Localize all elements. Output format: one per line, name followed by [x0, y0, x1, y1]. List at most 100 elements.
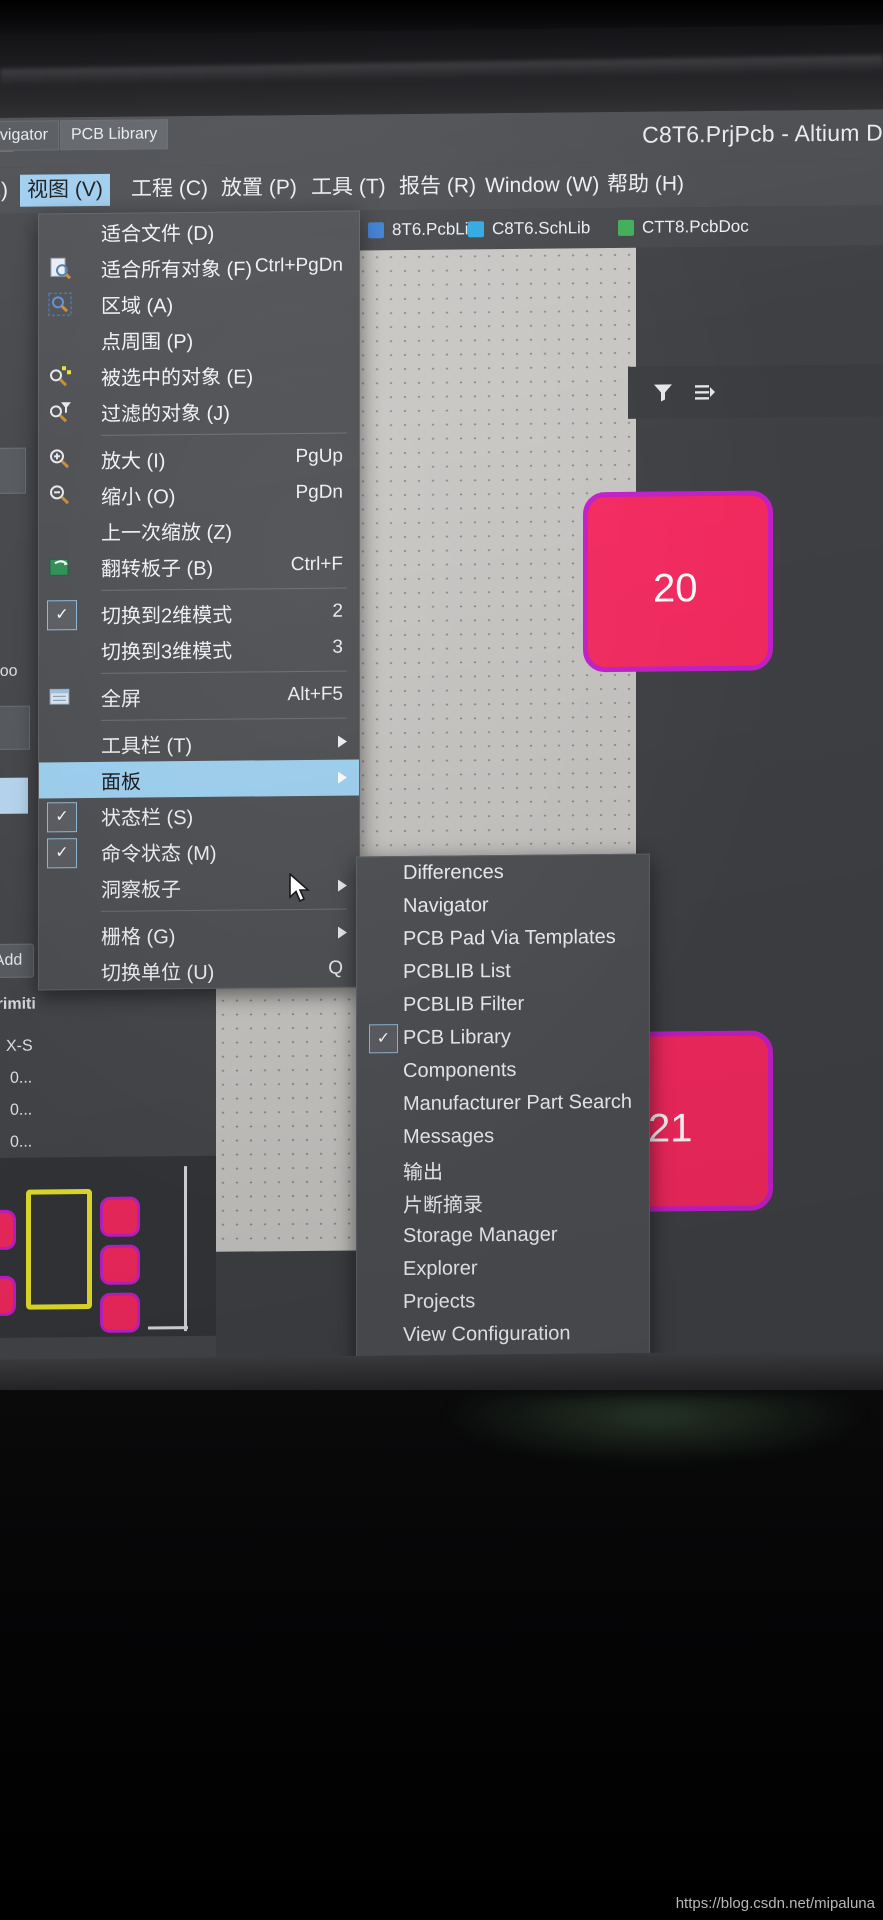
menu-item-tools[interactable]: 工具 (T) — [304, 171, 393, 204]
menu-row-switch-3d[interactable]: 切换到3维模式 3 — [39, 629, 359, 668]
zoom-in-icon — [47, 446, 73, 472]
schlib-icon — [468, 221, 484, 238]
menu-item-reports[interactable]: 报告 (R) — [392, 170, 483, 203]
menu-item-help[interactable]: 帮助 (H) — [600, 168, 691, 201]
panel-item-label: Explorer — [403, 1257, 478, 1281]
panel-item-label: 片断摘录 — [403, 1194, 483, 1218]
panel-item-manufacturer-part-search[interactable]: Manufacturer Part Search — [357, 1086, 649, 1122]
panel-item-snippets[interactable]: 片断摘录 — [357, 1185, 649, 1221]
cell-row-2: 0... — [10, 1133, 33, 1151]
doc-tab-schlib[interactable]: C8T6.SchLib — [468, 213, 590, 244]
panel-item-label: Manufacturer Part Search — [403, 1090, 632, 1116]
menu-row-fit-document[interactable]: 适合文件 (D) — [39, 211, 359, 250]
menu-row-selected-objects[interactable]: 被选中的对象 (E) — [39, 355, 359, 394]
menu-item-edit[interactable]: E) — [0, 175, 15, 207]
menu-label: 被选中的对象 (E) — [101, 365, 254, 390]
menu-shortcut: PgUp — [295, 445, 343, 468]
watermark: https://blog.csdn.net/mipaluna — [675, 1895, 875, 1912]
panel-item-output[interactable]: 输出 — [357, 1152, 649, 1188]
chevron-right-icon — [338, 735, 347, 748]
menu-row-flip-board[interactable]: 翻转板子 (B) Ctrl+F — [39, 546, 359, 585]
menu-separator — [101, 717, 347, 721]
panel-item-components[interactable]: Components — [357, 1053, 649, 1089]
panel-list-box[interactable] — [0, 705, 30, 751]
panel-item-storage-manager[interactable]: Storage Manager — [357, 1218, 649, 1254]
menu-row-switch-2d[interactable]: ✓ 切换到2维模式 2 — [39, 593, 359, 632]
zoom-out-icon — [47, 482, 73, 508]
panel-search-box[interactable] — [0, 447, 26, 495]
panel-item-pcb-library[interactable]: ✓ PCB Library — [357, 1020, 649, 1056]
menu-row-status-bar[interactable]: ✓ 状态栏 (S) — [39, 795, 359, 834]
panel-item-pcblib-list[interactable]: PCBLIB List — [357, 954, 649, 990]
menu-row-fullscreen[interactable]: 全屏 Alt+F5 — [39, 676, 359, 715]
panel-item-view-configuration[interactable]: View Configuration — [357, 1317, 649, 1353]
menu-row-filtered-objects[interactable]: 过滤的对象 (J) — [39, 391, 359, 430]
cell-row-0: 0... — [10, 1069, 33, 1087]
menu-shortcut: PgDn — [295, 481, 343, 504]
menu-row-last-zoom[interactable]: 上一次缩放 (Z) — [39, 510, 359, 549]
menu-shortcut: 3 — [332, 636, 343, 658]
chevron-right-icon — [338, 926, 347, 939]
menu-item-view[interactable]: 视图 (V) — [20, 173, 110, 207]
add-button[interactable]: Add — [0, 943, 34, 979]
panel-item-label: Storage Manager — [403, 1223, 558, 1248]
fullscreen-icon — [47, 684, 73, 710]
panel-item-explorer[interactable]: Explorer — [357, 1251, 649, 1287]
panel-item-label: PCB Pad Via Templates — [403, 925, 616, 951]
doc-tab-pcblib[interactable]: 8T6.PcbLib — [368, 214, 478, 245]
menu-label: 栅格 (G) — [101, 925, 176, 949]
preview-pad-c — [100, 1196, 140, 1237]
doc-tab-label: C8T6.SchLib — [492, 218, 591, 239]
panel-item-messages[interactable]: Messages — [357, 1119, 649, 1155]
bottom-tab-navigator[interactable]: avigator — [0, 120, 59, 152]
menu-row-fit-all-objects[interactable]: 适合所有对象 (F) Ctrl+PgDn — [39, 247, 359, 286]
filter-icon[interactable] — [650, 380, 676, 406]
menu-label: 状态栏 (S) — [101, 806, 194, 830]
panel-item-navigator[interactable]: Navigator — [357, 888, 649, 924]
preview-pad-d — [100, 1244, 140, 1285]
column-header-xs: X-S — [6, 1037, 33, 1055]
menu-label: 切换到2维模式 — [101, 604, 233, 628]
panel-item-label: PCBLIB Filter — [403, 992, 525, 1017]
panels-submenu[interactable]: Differences Navigator PCB Pad Via Templa… — [356, 853, 650, 1363]
menu-row-zoom-in[interactable]: 放大 (I) PgUp — [39, 438, 359, 477]
bottom-tab-pcb-library[interactable]: PCB Library — [60, 119, 169, 151]
checkmark-icon: ✓ — [47, 600, 77, 631]
menu-row-toggle-units[interactable]: 切换单位 (U) Q — [39, 950, 359, 989]
monitor-photo: C8T6.PrjPcb - Altium D E) 视图 (V) 工程 (C) … — [0, 0, 883, 1920]
footprint-preview[interactable] — [0, 1155, 216, 1338]
menu-label: 过滤的对象 (J) — [101, 402, 230, 426]
flip-board-icon — [47, 554, 73, 580]
panel-item-label: Messages — [403, 1125, 495, 1149]
panel-item-differences[interactable]: Differences — [357, 855, 649, 891]
menu-item-project[interactable]: 工程 (C) — [124, 173, 215, 206]
menu-item-place[interactable]: 放置 (P) — [214, 172, 304, 205]
list-icon[interactable] — [692, 380, 718, 406]
pad-21-label: 21 — [648, 1106, 693, 1151]
menu-separator — [101, 670, 347, 674]
menu-row-area[interactable]: 区域 (A) — [39, 283, 359, 322]
panel-item-pcb-pad-via-templates[interactable]: PCB Pad Via Templates — [357, 921, 649, 957]
menu-item-window[interactable]: Window (W) — [478, 169, 606, 202]
menu-row-grids[interactable]: 栅格 (G) — [39, 914, 359, 953]
menu-row-command-status[interactable]: ✓ 命令状态 (M) — [39, 831, 359, 870]
panel-selected-row[interactable] — [0, 777, 28, 815]
menu-label: 缩小 (O) — [101, 485, 176, 509]
panel-item-pcblib-filter[interactable]: PCBLIB Filter — [357, 987, 649, 1023]
doc-tab-pcbdoc[interactable]: CTT8.PcbDoc — [618, 212, 749, 243]
menu-separator — [101, 908, 347, 912]
menu-row-toolbars[interactable]: 工具栏 (T) — [39, 723, 359, 762]
panel-item-label: Components — [403, 1058, 517, 1083]
panel-item-label: PCB Library — [403, 1025, 511, 1050]
panel-item-projects[interactable]: Projects — [357, 1284, 649, 1320]
menu-row-around-point[interactable]: 点周围 (P) — [39, 319, 359, 358]
menu-label: 翻转板子 (B) — [101, 557, 214, 581]
preview-pad-b — [0, 1275, 16, 1317]
menu-label: 点周围 (P) — [101, 330, 194, 354]
menu-label: 区域 (A) — [101, 294, 174, 318]
menu-label: 洞察板子 — [101, 878, 181, 902]
menu-row-panels[interactable]: 面板 — [39, 759, 359, 799]
checkmark-icon: ✓ — [47, 838, 77, 869]
menu-row-zoom-out[interactable]: 缩小 (O) PgDn — [39, 474, 359, 513]
zoom-label: Zoo — [0, 662, 18, 680]
